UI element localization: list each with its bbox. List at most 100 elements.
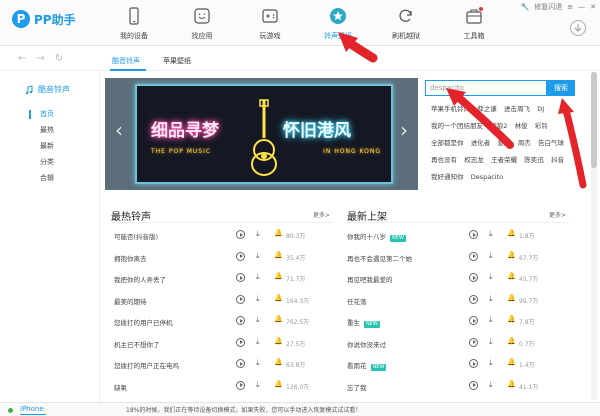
list-item[interactable]: 最美的期待 ⤓ 🔔 164.3万: [114, 291, 334, 313]
sidebar-item-newest[interactable]: 最新: [40, 138, 54, 154]
ringtone-name[interactable]: 最美的期待: [114, 296, 147, 306]
bell-icon[interactable]: 🔔: [274, 251, 283, 259]
play-icon[interactable]: [236, 359, 245, 368]
bell-icon[interactable]: 🔔: [507, 294, 516, 302]
ringtone-name[interactable]: 看雨花 NEW: [347, 360, 387, 371]
tab-ringtones[interactable]: 酷音铃声: [112, 56, 140, 66]
download-icon[interactable]: ⤓: [256, 272, 260, 282]
play-icon[interactable]: [469, 359, 478, 368]
keyword-link[interactable]: 陈奕迅: [524, 154, 544, 164]
ringtone-name[interactable]: 你说你没来过: [347, 339, 386, 349]
download-icon[interactable]: ⤓: [256, 229, 260, 239]
list-item[interactable]: 再也不会遇见第二个她 ⤓ 🔔 67.7万: [347, 248, 567, 270]
download-icon[interactable]: ⤓: [256, 251, 260, 261]
new-more-link[interactable]: 更多>: [549, 210, 566, 219]
ringtone-name[interactable]: 机主已不想你了: [114, 339, 160, 349]
keyword-link[interactable]: 我的一个团结朋友: [431, 120, 483, 130]
list-item[interactable]: 可能否(抖音版) ⤓ 🔔 80.3万: [114, 226, 334, 248]
bell-icon[interactable]: 🔔: [507, 315, 516, 323]
bell-icon[interactable]: 🔔: [274, 229, 283, 237]
ringtone-name[interactable]: 可能否(抖音版): [114, 231, 158, 241]
reload-icon[interactable]: ↻: [55, 54, 63, 64]
nav-ringtones-wallpapers[interactable]: 铃声壁纸: [304, 0, 372, 46]
play-icon[interactable]: [469, 230, 478, 239]
bell-icon[interactable]: 🔔: [274, 315, 283, 323]
download-icon[interactable]: ⤓: [256, 358, 260, 368]
ringtone-name[interactable]: 缺氧: [114, 382, 127, 392]
scrollbar-thumb[interactable]: [591, 72, 597, 168]
bell-icon[interactable]: 🔔: [274, 294, 283, 302]
keyword-link[interactable]: Despacito: [471, 173, 503, 181]
ringtone-name[interactable]: 您拨打的用户已停机: [114, 317, 173, 327]
nav-my-device[interactable]: 我的设备: [100, 0, 168, 46]
keyword-link[interactable]: 再也没有: [431, 154, 457, 164]
keyword-link[interactable]: 王者荣耀: [491, 154, 517, 164]
menu-icon[interactable]: ≡: [567, 3, 573, 11]
keyword-link[interactable]: 爱沉: [497, 137, 510, 147]
bell-icon[interactable]: 🔔: [507, 229, 516, 237]
featured-banner[interactable]: 细品寻梦 怀旧港风 THE POP MUSIC IN HONG KONG ‹ ›: [105, 78, 418, 190]
list-item[interactable]: 您拨打的用户已停机 ⤓ 🔔 762.5万: [114, 312, 334, 334]
bell-icon[interactable]: 🔔: [507, 251, 516, 259]
back-arrow-icon[interactable]: ←: [18, 54, 26, 64]
play-icon[interactable]: [236, 251, 245, 261]
play-icon[interactable]: [236, 294, 245, 304]
download-icon[interactable]: ⤓: [256, 337, 260, 347]
hot-more-link[interactable]: 更多>: [313, 210, 330, 219]
bell-icon[interactable]: 🔔: [274, 272, 283, 280]
download-icon[interactable]: ⤓: [489, 272, 493, 282]
nav-flash-jailbreak[interactable]: 刷机越狱: [372, 0, 440, 46]
list-item[interactable]: 你说你没来过 ⤓ 🔔 0.7万: [347, 334, 567, 356]
sidebar-item-categories[interactable]: 分类: [40, 154, 54, 170]
bell-icon[interactable]: 🔔: [507, 380, 516, 388]
banner-next-icon[interactable]: ›: [400, 120, 408, 140]
download-icon[interactable]: ⤓: [489, 315, 493, 325]
list-item[interactable]: 拥抱你离去 ⤓ 🔔 35.4万: [114, 248, 334, 270]
bell-icon[interactable]: 🔔: [274, 358, 283, 366]
play-icon[interactable]: [469, 294, 478, 304]
download-icon[interactable]: ⤓: [489, 358, 493, 368]
keyword-link[interactable]: DJ: [537, 105, 544, 113]
list-item[interactable]: 我把你的人弄丢了 ⤓ 🔔 71.7万: [114, 269, 334, 291]
sidebar-item-home[interactable]: 首页: [40, 106, 54, 122]
nav-games[interactable]: 玩游戏: [236, 0, 304, 46]
ringtone-name[interactable]: 忘了我: [347, 382, 367, 392]
list-item[interactable]: 重生 NEW ⤓ 🔔 7.8万: [347, 312, 567, 334]
ringtone-name[interactable]: 任花落: [347, 296, 367, 306]
list-item[interactable]: 缺氧 ⤓ 🔔 126.0万: [114, 377, 334, 399]
play-icon[interactable]: [236, 380, 245, 390]
list-item[interactable]: 你我的十八岁 NEW ⤓ 🔔 1.8万: [347, 226, 567, 248]
keyword-link[interactable]: 我好通知你: [431, 171, 464, 181]
play-icon[interactable]: [469, 251, 478, 261]
keyword-link[interactable]: 抖音: [551, 154, 564, 164]
banner-prev-icon[interactable]: ‹: [115, 120, 123, 140]
repair-flash-link[interactable]: 修复闪退: [534, 2, 562, 12]
keyword-link[interactable]: 薛之谦: [477, 103, 497, 113]
download-icon[interactable]: ⤓: [489, 229, 493, 239]
keyword-link[interactable]: 进化者: [471, 137, 491, 147]
list-item[interactable]: 看雨花 NEW ⤓ 🔔 1.4万: [347, 355, 567, 377]
list-item[interactable]: 机主已不想你了 ⤓ 🔔 27.5万: [114, 334, 334, 356]
tab-wallpapers[interactable]: 苹果壁纸: [163, 56, 191, 66]
bell-icon[interactable]: 🔔: [507, 272, 516, 280]
download-icon[interactable]: ⤓: [489, 380, 493, 390]
play-icon[interactable]: [236, 337, 245, 347]
play-icon[interactable]: [236, 316, 245, 325]
list-item[interactable]: 忘了我 ⤓ 🔔 41.1万: [347, 377, 567, 399]
list-item[interactable]: 您拨打的用户正在电鸡 ⤓ 🔔 63.8万: [114, 355, 334, 377]
ringtone-name[interactable]: 再也不会遇见第二个她: [347, 253, 412, 263]
play-icon[interactable]: [236, 230, 245, 239]
bell-icon[interactable]: 🔔: [274, 337, 283, 345]
keyword-link[interactable]: 告白气球: [538, 137, 564, 147]
keyword-link[interactable]: 苹果手机铃声: [431, 103, 470, 113]
minimize-icon[interactable]: —: [578, 3, 585, 11]
bell-icon[interactable]: 🔔: [507, 358, 516, 366]
close-icon[interactable]: ✕: [590, 3, 596, 11]
keyword-link[interactable]: 林俊: [515, 120, 528, 130]
download-icon[interactable]: ⤓: [256, 315, 260, 325]
search-button[interactable]: 搜索: [547, 80, 575, 96]
ringtone-name[interactable]: 再见吧我最爱的: [347, 274, 393, 284]
ringtone-name[interactable]: 您拨打的用户正在电鸡: [114, 360, 179, 370]
download-icon[interactable]: ⤓: [489, 337, 493, 347]
keyword-link[interactable]: 进击周飞: [504, 103, 530, 113]
